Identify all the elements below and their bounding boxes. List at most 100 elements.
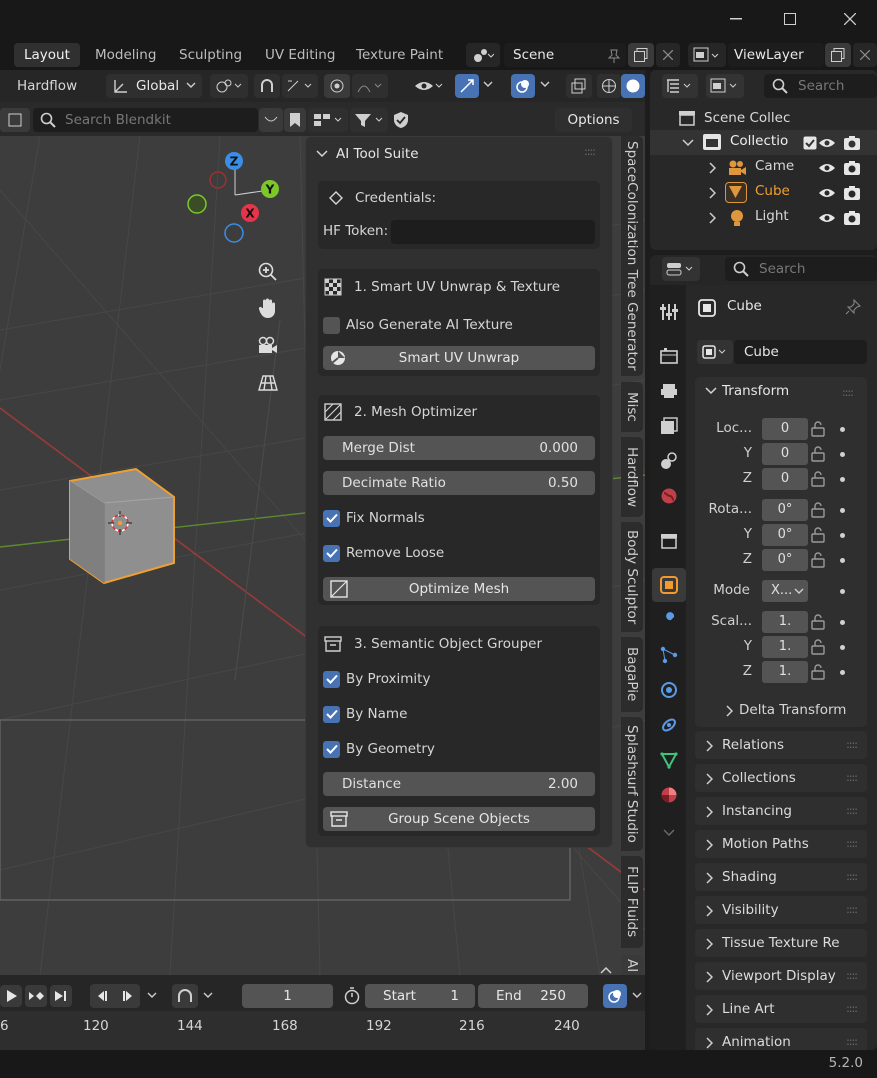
- section-motion-paths[interactable]: Motion Paths::::: [695, 830, 867, 858]
- tab-misc[interactable]: Misc: [621, 382, 643, 432]
- decimate-ratio-field[interactable]: Decimate Ratio 0.50: [323, 471, 595, 495]
- jump-end-icon[interactable]: [50, 985, 72, 1007]
- ortho-grid-icon[interactable]: [254, 369, 282, 397]
- image-search-icon[interactable]: [259, 108, 283, 132]
- lock-icon[interactable]: [811, 471, 825, 487]
- stopwatch-icon[interactable]: [340, 984, 364, 1008]
- section-line-art[interactable]: Line Art::::: [695, 995, 867, 1023]
- asset-type-icon[interactable]: [0, 108, 30, 132]
- scale-x-field[interactable]: 1.: [762, 611, 808, 633]
- layout-dropdown-icon[interactable]: [308, 108, 348, 132]
- scene-properties-icon[interactable]: [655, 447, 683, 475]
- physics-icon[interactable]: [655, 676, 683, 704]
- optimize-mesh-button[interactable]: Optimize Mesh: [323, 577, 595, 601]
- rotation-z-field[interactable]: 0°: [762, 549, 808, 571]
- chevron-down-icon[interactable]: [705, 386, 717, 396]
- tab-uv-editing[interactable]: UV Editing: [255, 43, 345, 67]
- timeline-overlay-icon[interactable]: [603, 984, 627, 1008]
- keyframe-dot-icon[interactable]: [840, 670, 845, 675]
- particles-icon[interactable]: [655, 641, 683, 669]
- filter-icon[interactable]: [350, 108, 388, 132]
- section-relations[interactable]: Relations::::: [695, 731, 867, 759]
- section-tissue-texture[interactable]: Tissue Texture Re: [695, 929, 867, 957]
- keyframe-dot-icon[interactable]: [840, 452, 845, 457]
- smart-uv-unwrap-button[interactable]: Smart UV Unwrap: [323, 346, 595, 370]
- visibility-eye-icon[interactable]: [410, 74, 448, 98]
- object-properties-icon[interactable]: [652, 568, 686, 602]
- current-frame-field[interactable]: 1: [242, 984, 333, 1008]
- keyframe-dot-icon[interactable]: [840, 427, 845, 432]
- filter-view-icon[interactable]: [706, 74, 744, 98]
- camera-render-icon[interactable]: [843, 160, 861, 176]
- tab-spacecolonization[interactable]: SpaceColonization Tree Generator: [621, 136, 643, 376]
- camera-view-icon[interactable]: [254, 332, 282, 360]
- maximize-button[interactable]: [770, 6, 810, 32]
- lock-icon[interactable]: [811, 502, 825, 518]
- group-scene-objects-button[interactable]: Group Scene Objects: [323, 807, 595, 831]
- material-icon[interactable]: [655, 781, 683, 809]
- snap-icon[interactable]: [254, 74, 280, 98]
- chevron-right-icon[interactable]: [725, 705, 733, 717]
- rotation-y-field[interactable]: 0°: [762, 524, 808, 546]
- by-proximity-checkbox[interactable]: By Proximity: [323, 667, 430, 691]
- tab-bagapie[interactable]: BagaPie: [621, 637, 643, 712]
- timeline-overlay-dropdown-icon[interactable]: [632, 992, 642, 1000]
- keyframe-dot-icon[interactable]: [840, 589, 845, 594]
- lock-icon[interactable]: [811, 421, 825, 437]
- drag-grip-icon[interactable]: ::::: [842, 386, 854, 399]
- scroll-up-chevron-icon[interactable]: [599, 965, 613, 975]
- end-frame-field[interactable]: End 250: [478, 984, 588, 1008]
- lock-icon[interactable]: [811, 614, 825, 630]
- scene-selector-icon[interactable]: [466, 43, 500, 67]
- pan-hand-icon[interactable]: [254, 294, 282, 322]
- object-browse-icon[interactable]: [697, 340, 733, 364]
- lock-icon[interactable]: [811, 664, 825, 680]
- tab-flip-fluids[interactable]: FLIP Fluids: [621, 856, 643, 948]
- drag-grip-icon[interactable]: ::::: [584, 145, 596, 158]
- wireframe-shading-icon[interactable]: [597, 74, 621, 98]
- tab-sculpting[interactable]: Sculpting: [169, 43, 252, 67]
- delete-view-layer-icon[interactable]: [853, 43, 877, 67]
- constraints-icon[interactable]: [655, 711, 683, 739]
- outliner-item-camera[interactable]: Came: [650, 155, 877, 180]
- collection-row[interactable]: Collectio: [650, 130, 877, 155]
- keyframe-dot-icon[interactable]: [840, 558, 845, 563]
- lock-icon[interactable]: [811, 639, 825, 655]
- object-data-icon[interactable]: [655, 746, 683, 774]
- eye-icon[interactable]: [818, 136, 836, 150]
- properties-search-input[interactable]: Search: [725, 257, 877, 281]
- play-icon[interactable]: [0, 985, 22, 1007]
- frame-ruler[interactable]: 6 120 144 168 192 216 240: [0, 1011, 645, 1050]
- drag-grip-icon[interactable]: ::::: [846, 863, 858, 891]
- auto-key-snap-icon[interactable]: [172, 984, 198, 1008]
- jump-next-keyframe-icon[interactable]: [25, 985, 47, 1007]
- editor-type-icon[interactable]: [662, 257, 700, 281]
- drag-grip-icon[interactable]: ::::: [846, 731, 858, 759]
- shield-icon[interactable]: [390, 108, 412, 132]
- remove-loose-checkbox[interactable]: Remove Loose: [323, 541, 444, 565]
- outliner-search-input[interactable]: Search: [764, 74, 877, 98]
- location-x-field[interactable]: 0: [762, 418, 808, 440]
- camera-render-icon[interactable]: [843, 185, 861, 201]
- display-mode-icon[interactable]: [662, 74, 698, 98]
- section-instancing[interactable]: Instancing::::: [695, 797, 867, 825]
- eye-icon[interactable]: [818, 161, 836, 175]
- lock-icon[interactable]: [811, 552, 825, 568]
- scale-y-field[interactable]: 1.: [762, 636, 808, 658]
- outliner-item-light[interactable]: Light: [650, 205, 877, 230]
- blendkit-search-input[interactable]: Search Blendkit: [33, 108, 258, 132]
- gizmo-toggle-icon[interactable]: [455, 74, 479, 98]
- tool-settings-icon[interactable]: [655, 298, 683, 326]
- snap-dropdown-icon[interactable]: [203, 992, 213, 1000]
- selected-cube[interactable]: [62, 463, 182, 588]
- snap-target-icon[interactable]: [282, 74, 318, 98]
- solid-shading-icon[interactable]: [621, 74, 645, 98]
- zoom-icon[interactable]: [254, 258, 282, 286]
- section-visibility[interactable]: Visibility::::: [695, 896, 867, 924]
- outliner-item-cube[interactable]: Cube: [650, 180, 877, 205]
- panel-header[interactable]: AI Tool Suite: [316, 143, 419, 165]
- eye-icon[interactable]: [818, 186, 836, 200]
- eye-icon[interactable]: [818, 211, 836, 225]
- drag-grip-icon[interactable]: ::::: [846, 797, 858, 825]
- collection-properties-icon[interactable]: [655, 527, 683, 555]
